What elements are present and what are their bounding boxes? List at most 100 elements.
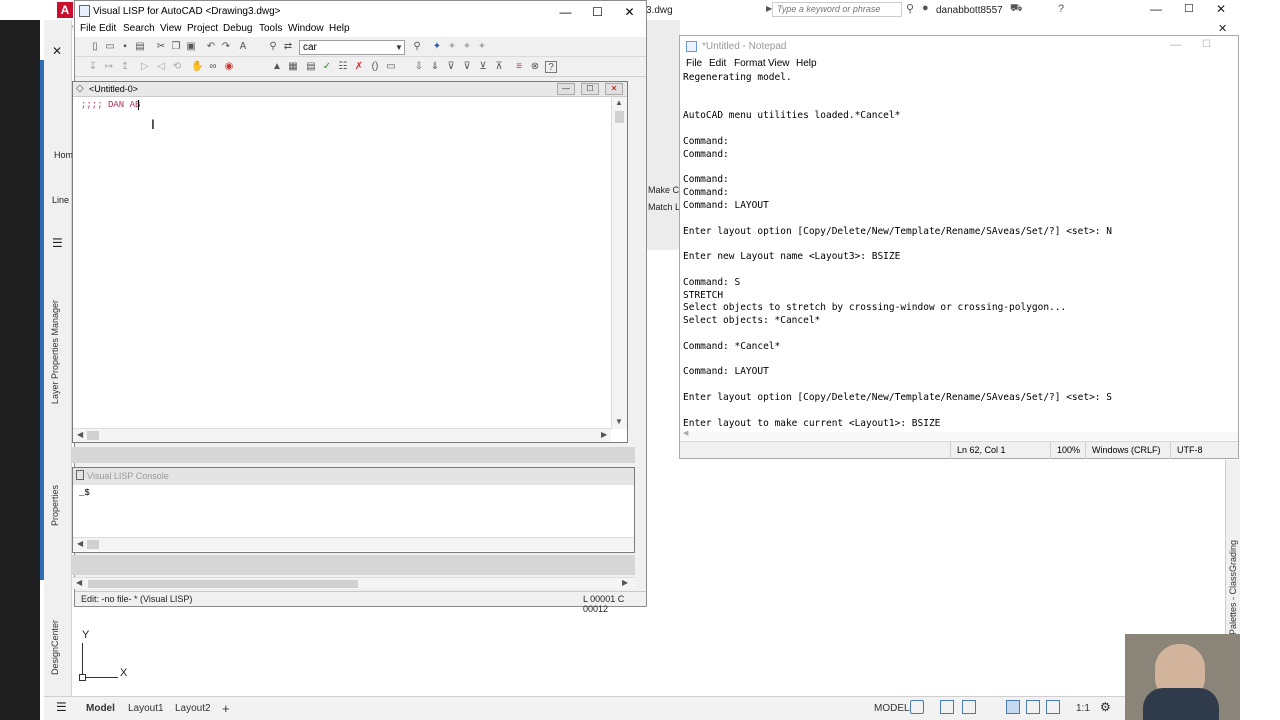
replace-icon[interactable]: ⇄ — [282, 41, 294, 53]
gear-icon[interactable]: ⚙ — [1100, 700, 1111, 714]
scroll-thumb[interactable] — [615, 111, 624, 123]
keyword-search-input[interactable]: Type a keyword or phrase — [772, 2, 902, 17]
annotation-icon[interactable] — [1026, 700, 1040, 714]
vlisp-maximize-button[interactable]: ☐ — [581, 1, 614, 23]
close-icon[interactable]: ✕ — [52, 44, 62, 58]
ribbon-tab-home[interactable]: Hom — [54, 150, 73, 160]
grid-icon[interactable] — [910, 700, 924, 714]
username[interactable]: danabbott8557 — [936, 5, 1003, 16]
console-prompt[interactable]: _$ — [79, 488, 90, 498]
menu-project[interactable]: Project — [187, 23, 218, 34]
autocad-maximize-button[interactable]: ☐ — [1184, 2, 1194, 15]
open-file-icon[interactable]: ▭ — [104, 41, 116, 53]
load-active-edit-icon[interactable]: ⇩ — [413, 61, 425, 73]
notepad-titlebar[interactable]: *Untitled - Notepad — ☐ — [680, 36, 1238, 56]
autocad-logo[interactable]: A — [57, 2, 73, 18]
layer-properties-palette[interactable]: Layer Properties Manager — [50, 300, 60, 404]
menu-file[interactable]: File — [80, 23, 96, 34]
match-layer-button[interactable]: Match L — [648, 202, 680, 212]
window-list-icon[interactable]: ▦ — [287, 61, 299, 73]
toggle-breakpoint-icon[interactable]: ✋ — [191, 61, 203, 73]
drawing-close-button[interactable]: ✕ — [1218, 22, 1227, 35]
vlisp-close-button[interactable]: ✕ — [613, 1, 646, 23]
hscroll-thumb[interactable] — [87, 540, 99, 549]
clear-bookmarks-icon[interactable]: ✦ — [476, 41, 488, 53]
menu-search[interactable]: Search — [123, 23, 155, 34]
format-edit-icon[interactable]: ☷ — [337, 61, 349, 73]
scroll-right-icon[interactable]: ▶ — [622, 578, 628, 587]
select-icon[interactable] — [1006, 700, 1020, 714]
reset-icon[interactable]: ⟲ — [171, 61, 183, 73]
mdi-horizontal-scrollbar[interactable]: ◀ ▶ — [72, 577, 635, 589]
redo-icon[interactable]: ↷ — [220, 41, 232, 53]
console-titlebar[interactable]: Visual LISP Console — [73, 468, 634, 485]
step-into-icon[interactable]: ↧ — [87, 61, 99, 73]
notepad-text-area[interactable]: Regenerating model. AutoCAD menu utiliti… — [683, 72, 1223, 430]
cart-icon[interactable]: ⛟ — [1010, 3, 1023, 16]
model-space-toggle[interactable]: MODEL — [874, 701, 910, 717]
menu-icon[interactable]: ☰ — [52, 236, 63, 250]
properties-palette[interactable]: Properties — [50, 485, 60, 526]
parentheses-match-icon[interactable]: () — [369, 61, 381, 73]
console-horizontal-scrollbar[interactable]: ◀ — [73, 537, 634, 551]
activate-autocad-icon[interactable]: ▲ — [271, 61, 283, 73]
scroll-left-icon[interactable]: ◀ — [76, 578, 82, 587]
search-icon[interactable]: ⚲ — [906, 2, 914, 15]
console-window-icon[interactable]: ▭ — [385, 61, 397, 73]
tab-model[interactable]: Model — [86, 701, 115, 717]
undo-icon[interactable]: ↶ — [205, 41, 217, 53]
drawing-tab-fragment[interactable]: 3.dwg — [646, 5, 673, 16]
help-icon[interactable]: ? — [1058, 3, 1064, 15]
line-tool-label[interactable]: Line — [52, 195, 69, 205]
autocad-close-button[interactable]: ✕ — [1216, 2, 1226, 16]
scroll-up-icon[interactable]: ▲ — [615, 98, 623, 107]
step-out-icon[interactable]: ↥ — [119, 61, 131, 73]
paste-icon[interactable]: ▣ — [185, 41, 197, 53]
hscroll-thumb[interactable] — [87, 431, 99, 440]
editor-close-button[interactable]: ✕ — [605, 83, 623, 95]
editor-minimize-button[interactable]: — — [557, 83, 575, 95]
check-edit-icon[interactable]: ⇓ — [429, 61, 441, 73]
hamburger-icon[interactable]: ☰ — [56, 700, 67, 714]
annotation-scale[interactable]: 1:1 — [1076, 701, 1090, 717]
find-toolbar-icon[interactable]: ⚲ — [411, 41, 423, 53]
find-icon[interactable]: ⚲ — [267, 41, 279, 53]
copy-icon[interactable]: ❐ — [170, 41, 182, 53]
check-text-icon[interactable]: ✓ — [321, 61, 333, 73]
menu-window[interactable]: Window — [288, 23, 324, 34]
tab-layout2[interactable]: Layout2 — [175, 701, 211, 717]
workspace-icon[interactable] — [1046, 700, 1060, 714]
tool-palettes-label[interactable]: ol Palettes - ClassGrading — [1228, 540, 1238, 645]
apropos-icon[interactable]: ≡ — [513, 61, 525, 73]
vlisp-titlebar[interactable]: Visual LISP for AutoCAD <Drawing3.dwg> —… — [75, 1, 646, 23]
notepad-menu-file[interactable]: File — [686, 58, 702, 69]
previous-bookmark-icon[interactable]: ✦ — [461, 41, 473, 53]
print-icon[interactable]: ▤ — [134, 41, 146, 53]
continue-icon[interactable]: ▷ — [139, 61, 151, 73]
menu-edit[interactable]: Edit — [99, 23, 116, 34]
cut-icon[interactable]: ✂ — [155, 41, 167, 53]
scroll-down-icon[interactable]: ▼ — [615, 417, 623, 426]
symbol-service-icon[interactable]: ⊼ — [493, 61, 505, 73]
editor-titlebar[interactable]: ◇ <Untitled-0> — ☐ ✕ — [73, 82, 627, 97]
notepad-menu-help[interactable]: Help — [796, 58, 817, 69]
menu-help[interactable]: Help — [329, 23, 350, 34]
vlisp-minimize-button[interactable]: — — [549, 1, 582, 23]
notepad-maximize-button[interactable]: ☐ — [1202, 39, 1211, 50]
menu-view[interactable]: View — [160, 23, 182, 34]
find-toolbar-input[interactable]: car — [299, 40, 405, 55]
load-selection-icon[interactable]: ▤ — [305, 61, 317, 73]
trace-icon[interactable]: ⊻ — [477, 61, 489, 73]
save-icon[interactable]: ▪ — [119, 41, 131, 53]
notepad-minimize-button[interactable]: — — [1170, 39, 1181, 51]
scroll-left-icon[interactable]: ◀ — [77, 430, 83, 439]
menu-debug[interactable]: Debug — [223, 23, 252, 34]
help-icon[interactable]: ? — [545, 61, 557, 73]
chevron-down-icon[interactable]: ▼ — [393, 40, 405, 55]
toggle-console-log-icon[interactable]: ⊗ — [529, 61, 541, 73]
scroll-left-icon[interactable]: ◀ — [683, 429, 688, 437]
editor-horizontal-scrollbar[interactable]: ◀ ▶ — [73, 428, 611, 442]
next-bookmark-icon[interactable]: ✦ — [446, 41, 458, 53]
new-file-icon[interactable]: ▯ — [89, 41, 101, 53]
notepad-horizontal-scrollbar[interactable]: ◀ — [680, 429, 1238, 440]
